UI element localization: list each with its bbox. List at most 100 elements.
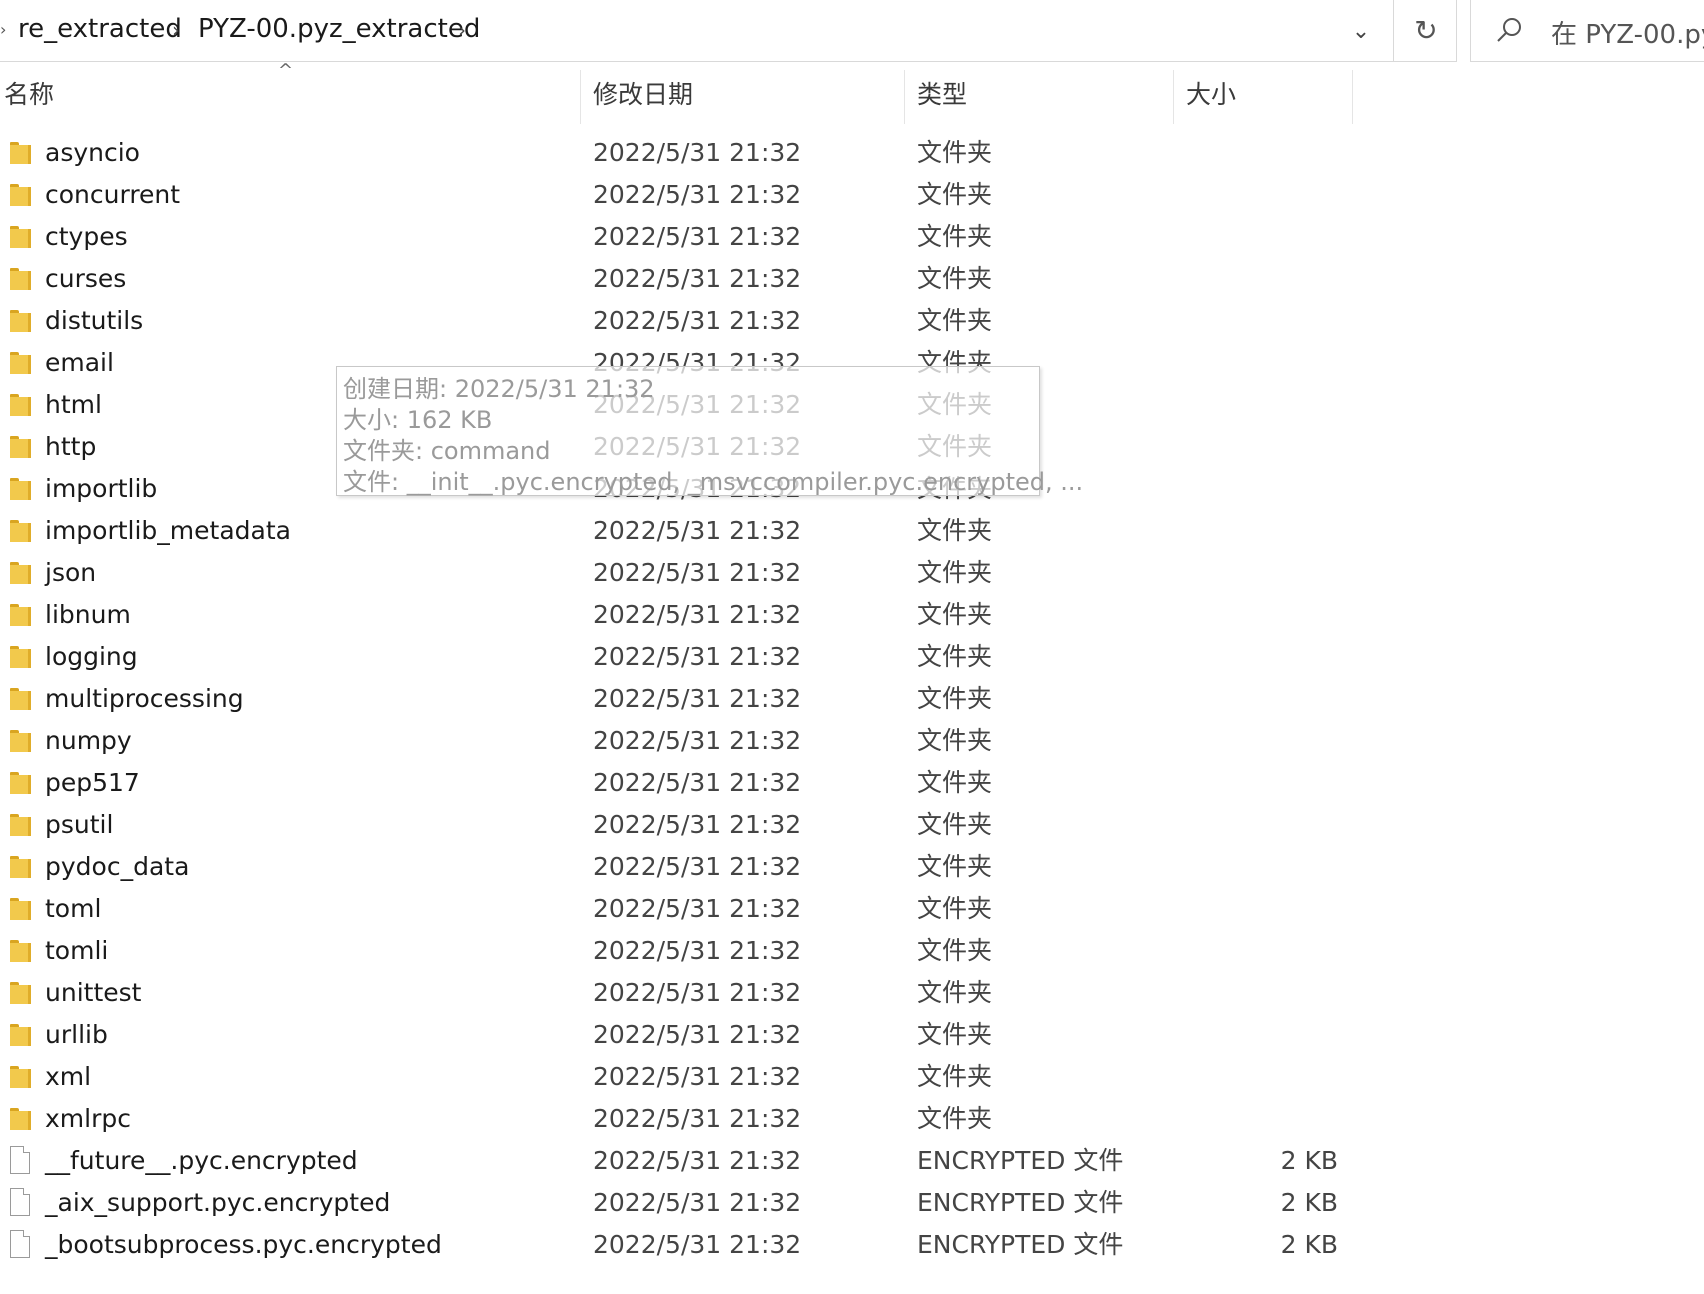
table-row[interactable]: multiprocessing 2022/5/31 21:32 文件夹 <box>0 678 1704 720</box>
folder-icon <box>10 436 32 458</box>
refresh-button[interactable]: ↻ <box>1408 13 1444 49</box>
table-row[interactable]: _aix_support.pyc.encrypted 2022/5/31 21:3… <box>0 1182 1704 1224</box>
search-box[interactable]: 在 PYZ-00.pyz_extracted 中搜索 <box>1470 0 1704 62</box>
table-row[interactable]: _bootsubprocess.pyc.encrypted 2022/5/31 2… <box>0 1224 1704 1266</box>
tooltip-files: 文件: __init__.pyc.encrypted, _msvccompile… <box>343 468 1084 496</box>
file-name: xmlrpc <box>45 1104 131 1133</box>
file-type: 文件夹 <box>917 264 993 293</box>
folder-icon <box>10 856 32 878</box>
column-header-date[interactable]: 修改日期 <box>593 66 903 124</box>
folder-icon <box>10 772 32 794</box>
file-name: curses <box>45 264 127 293</box>
table-row[interactable]: json 2022/5/31 21:32 文件夹 <box>0 552 1704 594</box>
column-header-size[interactable]: 大小 <box>1186 66 1351 124</box>
folder-icon <box>10 310 32 332</box>
folder-icon <box>10 562 32 584</box>
divider <box>1393 0 1394 61</box>
file-name: email <box>45 348 114 377</box>
table-row[interactable]: distutils 2022/5/31 21:32 文件夹 <box>0 300 1704 342</box>
table-row[interactable]: importlib_metadata 2022/5/31 21:32 文件夹 <box>0 510 1704 552</box>
table-row[interactable]: xml 2022/5/31 21:32 文件夹 <box>0 1056 1704 1098</box>
folder-icon <box>10 898 32 920</box>
file-type: 文件夹 <box>917 684 993 713</box>
column-header-name[interactable]: 名称 <box>4 66 579 124</box>
modified-date: 2022/5/31 21:32 <box>593 768 802 797</box>
file-type: ENCRYPTED 文件 <box>917 1188 1124 1217</box>
table-row[interactable]: pep517 2022/5/31 21:32 文件夹 <box>0 762 1704 804</box>
file-type: 文件夹 <box>917 852 993 881</box>
modified-date: 2022/5/31 21:32 <box>593 138 802 167</box>
file-name: importlib <box>45 474 158 503</box>
modified-date: 2022/5/31 21:32 <box>593 264 802 293</box>
table-row[interactable]: unittest 2022/5/31 21:32 文件夹 <box>0 972 1704 1014</box>
file-name: logging <box>45 642 138 671</box>
table-row[interactable]: ctypes 2022/5/31 21:32 文件夹 <box>0 216 1704 258</box>
breadcrumb-chevron-icon[interactable]: › <box>172 18 180 42</box>
table-row[interactable]: tomli 2022/5/31 21:32 文件夹 <box>0 930 1704 972</box>
breadcrumb-chevron-icon[interactable]: › <box>458 18 466 42</box>
file-icon <box>10 1146 30 1174</box>
table-row[interactable]: asyncio 2022/5/31 21:32 文件夹 <box>0 132 1704 174</box>
folder-icon <box>10 730 32 752</box>
breadcrumb-item[interactable]: re_extracted <box>18 14 182 44</box>
file-name: numpy <box>45 726 132 755</box>
file-type: 文件夹 <box>917 600 993 629</box>
folder-icon <box>10 478 32 500</box>
modified-date: 2022/5/31 21:32 <box>593 810 802 839</box>
divider <box>1456 0 1457 62</box>
table-row[interactable]: curses 2022/5/31 21:32 文件夹 <box>0 258 1704 300</box>
modified-date: 2022/5/31 21:32 <box>593 1104 802 1133</box>
file-type: 文件夹 <box>917 894 993 923</box>
folder-icon <box>10 1066 32 1088</box>
modified-date: 2022/5/31 21:32 <box>593 180 802 209</box>
folder-icon <box>10 646 32 668</box>
address-history-dropdown-icon[interactable]: ⌄ <box>1345 16 1377 48</box>
breadcrumb-overflow-chevron[interactable]: › <box>0 20 6 39</box>
file-type: 文件夹 <box>917 642 993 671</box>
file-type: 文件夹 <box>917 306 993 335</box>
table-row[interactable]: pydoc_data 2022/5/31 21:32 文件夹 <box>0 846 1704 888</box>
table-row[interactable]: libnum 2022/5/31 21:32 文件夹 <box>0 594 1704 636</box>
file-type: 文件夹 <box>917 138 993 167</box>
file-type: ENCRYPTED 文件 <box>917 1146 1124 1175</box>
modified-date: 2022/5/31 21:32 <box>593 978 802 1007</box>
folder-icon <box>10 940 32 962</box>
column-resize-handle[interactable] <box>1173 70 1174 124</box>
table-row[interactable]: urllib 2022/5/31 21:32 文件夹 <box>0 1014 1704 1056</box>
table-row[interactable]: numpy 2022/5/31 21:32 文件夹 <box>0 720 1704 762</box>
file-name: http <box>45 432 97 461</box>
table-row[interactable]: concurrent 2022/5/31 21:32 文件夹 <box>0 174 1704 216</box>
modified-date: 2022/5/31 21:32 <box>593 894 802 923</box>
search-icon <box>1497 18 1521 42</box>
folder-icon <box>10 394 32 416</box>
file-name: html <box>45 390 102 419</box>
folder-icon <box>10 814 32 836</box>
modified-date: 2022/5/31 21:32 <box>593 1020 802 1049</box>
column-header-type[interactable]: 类型 <box>917 66 1172 124</box>
table-row[interactable]: __future__.pyc.encrypted 2022/5/31 21:32 E… <box>0 1140 1704 1182</box>
address-bar[interactable]: › re_extracted › PYZ-00.pyz_extracted › … <box>0 0 1456 62</box>
table-row[interactable]: logging 2022/5/31 21:32 文件夹 <box>0 636 1704 678</box>
file-name: toml <box>45 894 102 923</box>
search-placeholder: 在 PYZ-00.pyz_extracted 中搜索 <box>1551 20 1704 50</box>
tooltip-size: 大小: 162 KB <box>343 406 493 434</box>
table-row[interactable]: xmlrpc 2022/5/31 21:32 文件夹 <box>0 1098 1704 1140</box>
table-row[interactable]: toml 2022/5/31 21:32 文件夹 <box>0 888 1704 930</box>
folder-icon <box>10 226 32 248</box>
column-resize-handle[interactable] <box>904 70 905 124</box>
file-name: psutil <box>45 810 114 839</box>
file-type: 文件夹 <box>917 180 993 209</box>
folder-icon <box>10 268 32 290</box>
file-name: importlib_metadata <box>45 516 291 545</box>
folder-icon <box>10 142 32 164</box>
modified-date: 2022/5/31 21:32 <box>593 1230 802 1259</box>
tooltip-folders: 文件夹: command <box>343 437 551 465</box>
breadcrumb-item[interactable]: PYZ-00.pyz_extracted <box>198 14 480 44</box>
column-resize-handle[interactable] <box>1352 70 1353 124</box>
tooltip-created-date: 创建日期: 2022/5/31 21:32 <box>343 375 655 403</box>
file-name: json <box>45 558 97 587</box>
table-row[interactable]: psutil 2022/5/31 21:32 文件夹 <box>0 804 1704 846</box>
column-resize-handle[interactable] <box>580 70 581 124</box>
folder-icon <box>10 688 32 710</box>
folder-icon <box>10 1024 32 1046</box>
